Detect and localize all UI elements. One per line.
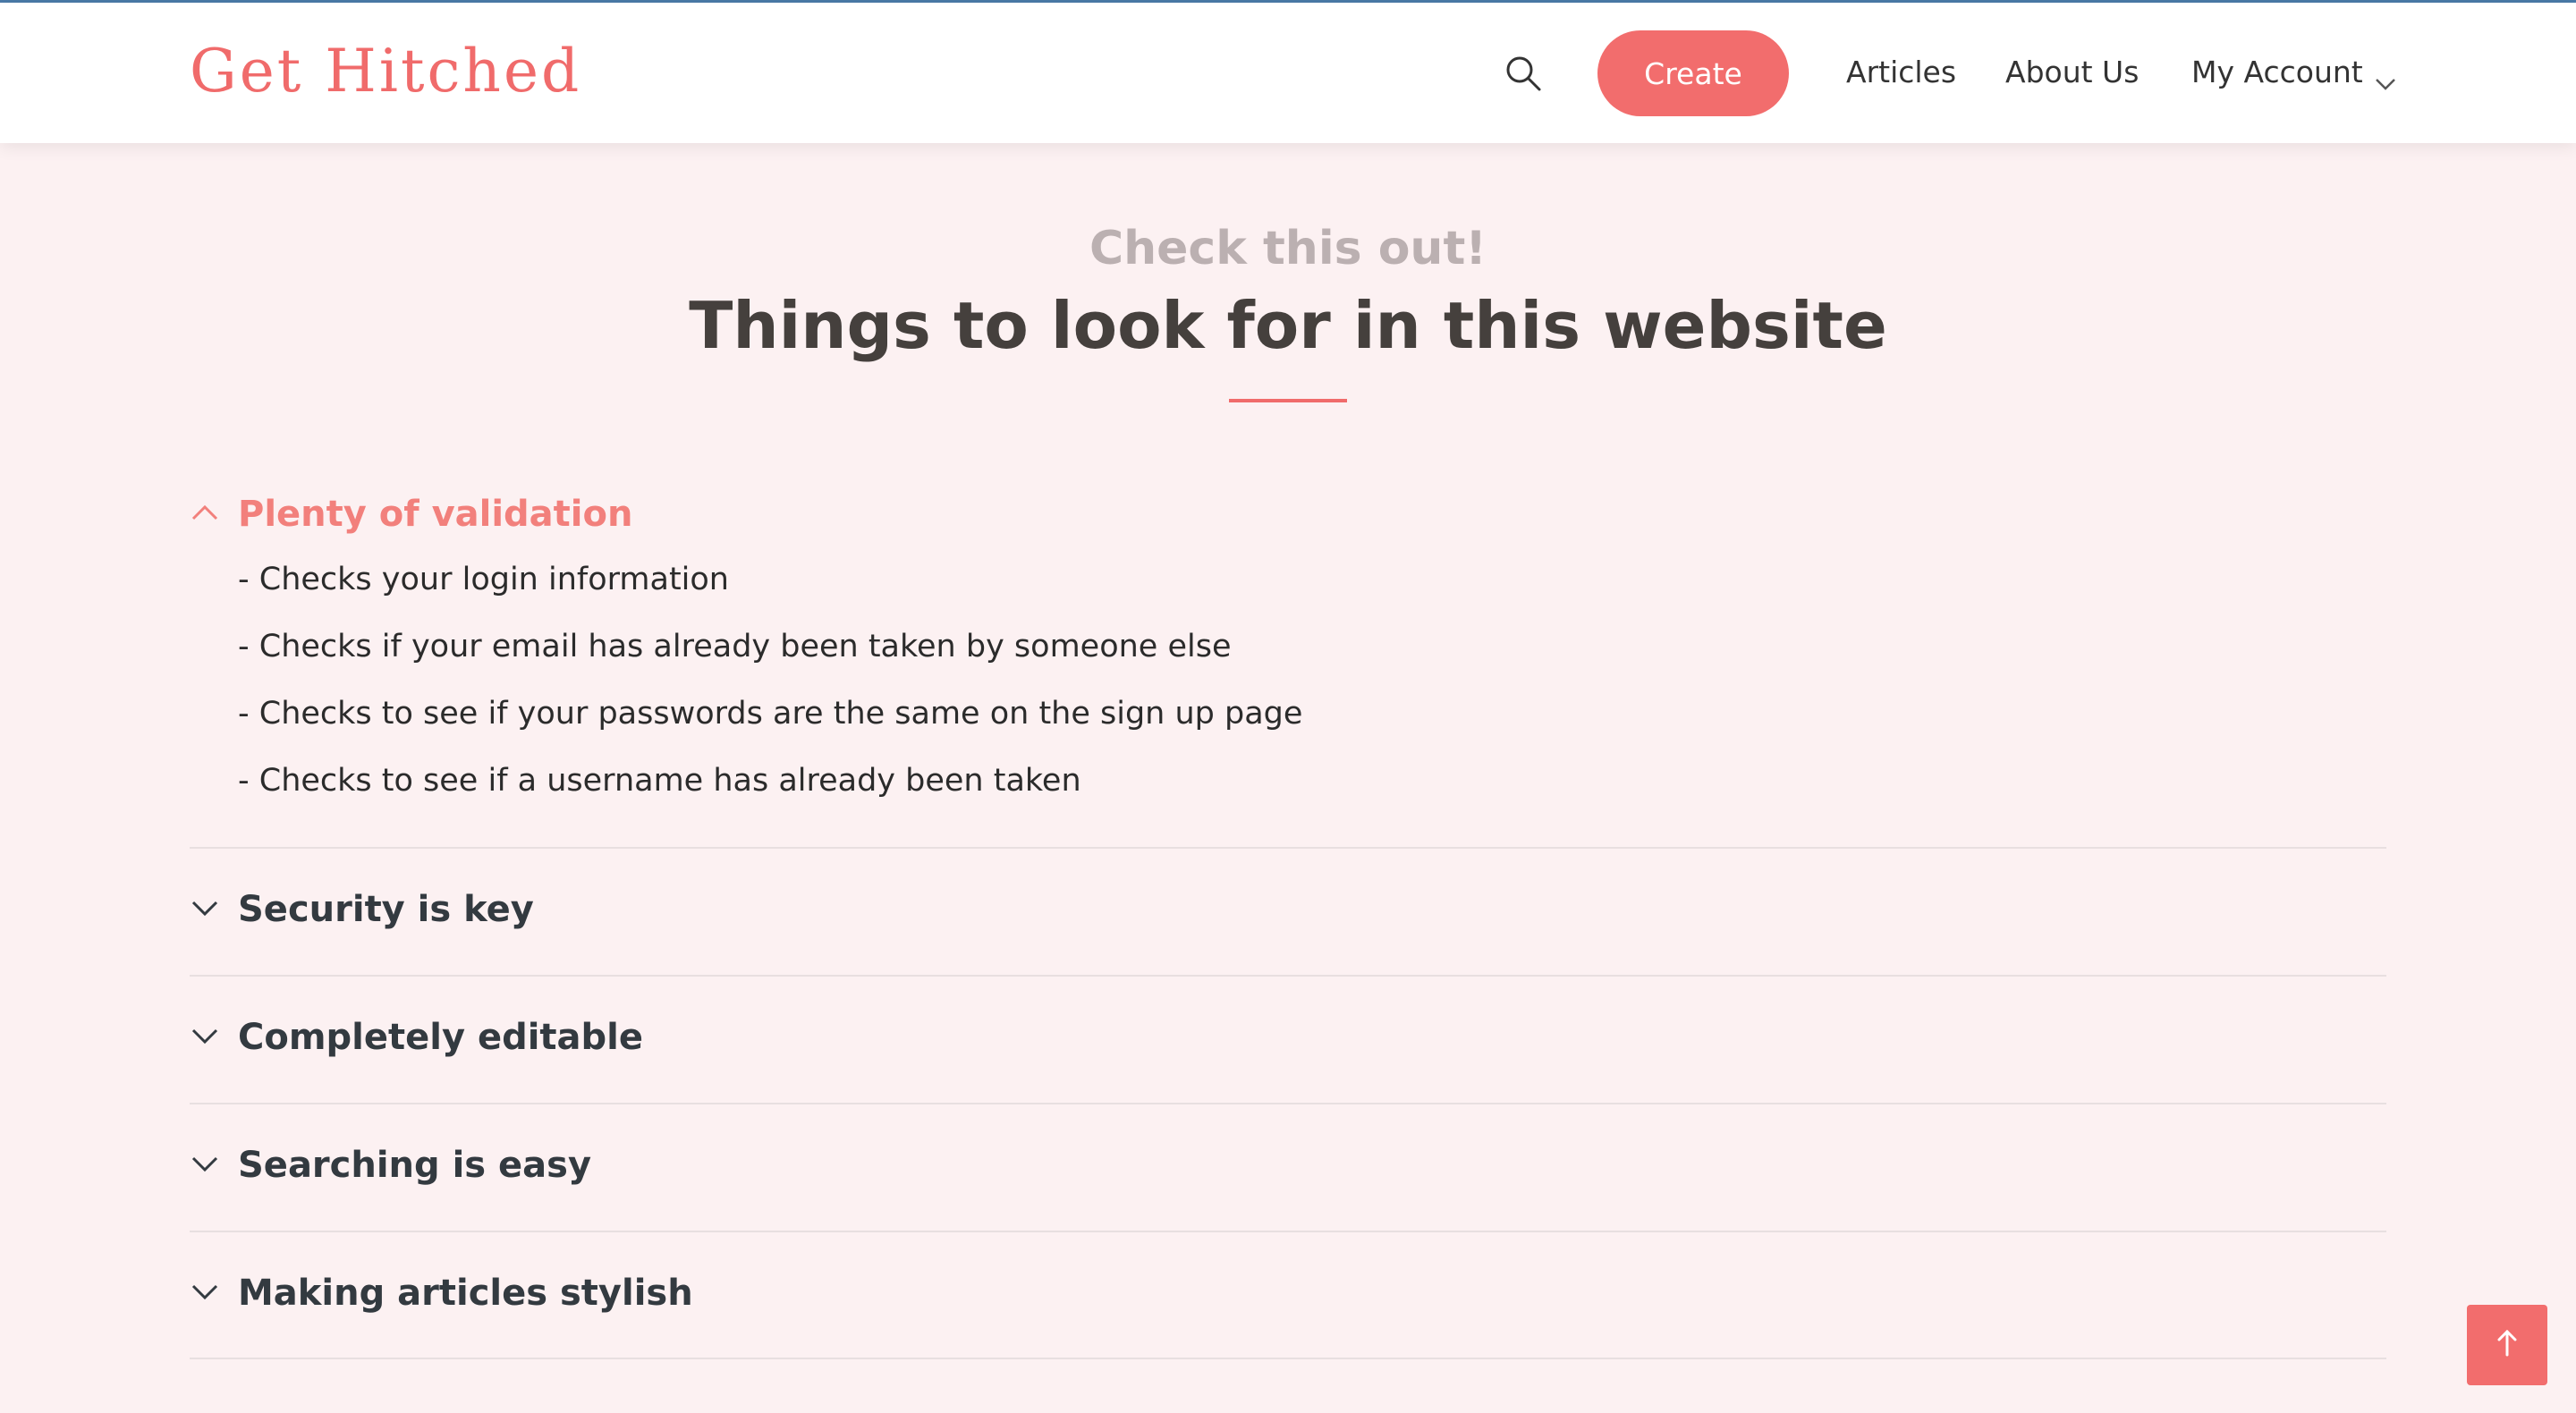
accordion-header-validation[interactable]: Plenty of validation (190, 494, 632, 535)
accordion-title: Security is key (238, 889, 534, 930)
back-to-top-button[interactable] (2467, 1305, 2547, 1385)
site-logo[interactable]: Get Hitched (190, 37, 581, 106)
nav-articles-link[interactable]: Articles (1846, 55, 1956, 89)
section-title: Things to look for in this website (689, 288, 1887, 363)
list-item: - Checks to see if your passwords are th… (238, 696, 1303, 732)
site-header: Get Hitched Create Articles About Us My … (0, 3, 2576, 143)
chevron-down-icon (190, 1026, 220, 1049)
search-icon[interactable] (1504, 55, 1542, 92)
list-item: - Checks your login information (238, 562, 729, 597)
title-divider (1229, 399, 1347, 402)
list-item: - Checks to see if a username has alread… (238, 763, 1081, 799)
accordion-title: Plenty of validation (238, 494, 633, 535)
chevron-down-icon (190, 1154, 220, 1177)
accordion-header-stylish[interactable]: Making articles stylish (190, 1273, 693, 1314)
nav-about-link[interactable]: About Us (2005, 55, 2139, 89)
list-item: - Checks if your email has already been … (238, 629, 1232, 664)
accordion-header-security[interactable]: Security is key (190, 889, 534, 930)
arrow-up-icon (2494, 1328, 2521, 1362)
section-eyebrow: Check this out! (1089, 222, 1487, 275)
accordion-title: Completely editable (238, 1017, 644, 1058)
accordion-title: Making articles stylish (238, 1273, 693, 1314)
accordion-header-searching[interactable]: Searching is easy (190, 1145, 591, 1186)
accordion-divider (190, 975, 2386, 977)
accordion-title: Searching is easy (238, 1145, 592, 1186)
accordion-divider (190, 1103, 2386, 1104)
chevron-up-icon (190, 503, 220, 526)
nav-my-account-label: My Account (2191, 55, 2363, 89)
chevron-down-icon (190, 898, 220, 921)
accordion-divider (190, 1358, 2386, 1359)
create-button[interactable]: Create (1597, 30, 1789, 116)
nav-my-account-dropdown[interactable]: My Account (2191, 55, 2397, 90)
chevron-down-icon (190, 1282, 220, 1305)
accordion-body-validation: - Checks your login information - Checks… (238, 562, 1302, 830)
accordion-header-editable[interactable]: Completely editable (190, 1017, 643, 1058)
chevron-down-icon (2374, 64, 2397, 90)
accordion-divider (190, 1231, 2386, 1232)
accordion-divider (190, 847, 2386, 849)
